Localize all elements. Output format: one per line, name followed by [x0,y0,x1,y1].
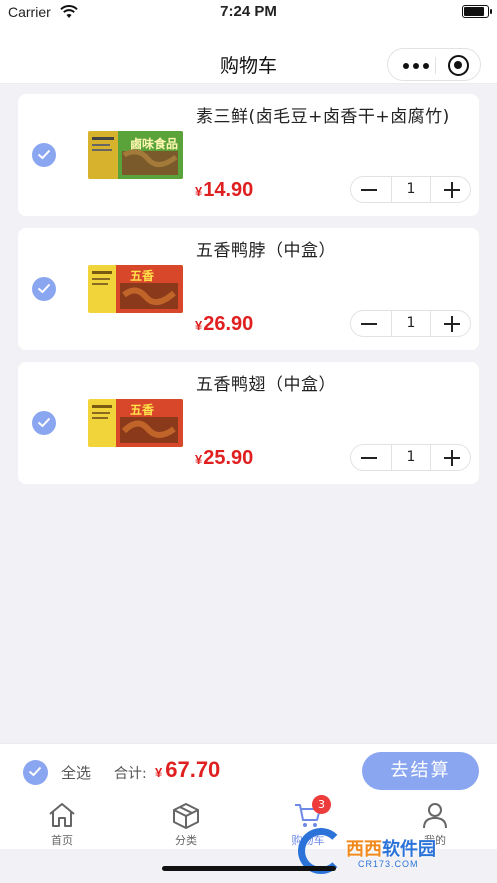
product-name[interactable]: 素三鲜(卤毛豆+卤香干+卤腐竹) [196,104,466,130]
quantity-stepper: 1 [350,176,471,203]
quantity-stepper: 1 [350,444,471,471]
quantity-stepper: 1 [350,310,471,337]
minus-icon[interactable] [361,457,377,459]
item-checkbox[interactable] [32,143,56,167]
cart-badge: 3 [312,795,331,814]
total-label: 合计: [114,766,147,782]
box-icon [173,803,199,829]
check-icon [37,283,51,294]
check-icon [37,149,51,160]
nav-bar: 购物车 [0,26,497,84]
product-brand-label: 五香 [130,268,154,283]
product-image[interactable]: 鹵味食品 [88,131,183,179]
quantity-value[interactable]: 1 [391,445,431,470]
battery-icon [462,5,492,18]
cart-item: 五香 五香鸭脖（中盒） ¥26.90 1 [18,228,479,350]
product-price: ¥26.90 [195,313,254,335]
home-icon [49,803,75,827]
quantity-value[interactable]: 1 [391,177,431,202]
quantity-value[interactable]: 1 [391,311,431,336]
status-time: 7:24 PM [220,3,277,20]
watermark-title: 西西软件园 [346,839,436,860]
product-price: ¥25.90 [195,447,254,469]
watermark-url: CR173.COM [358,859,419,869]
product-name[interactable]: 五香鸭脖（中盒） [196,238,466,264]
status-bar: Carrier 7:24 PM [0,0,497,26]
close-target-icon[interactable] [448,55,469,76]
user-icon [423,803,447,829]
total-price: ¥67.70 [155,757,221,782]
product-brand-label: 鹵味食品 [130,136,178,151]
plus-icon[interactable] [444,182,460,198]
tab-home[interactable]: 首页 [22,799,102,847]
product-name[interactable]: 五香鸭翅（中盒） [196,372,466,398]
select-all-checkbox[interactable] [23,760,48,785]
product-image[interactable]: 五香 [88,265,183,313]
minus-icon[interactable] [361,323,377,325]
more-icon[interactable] [403,63,429,69]
checkout-button[interactable]: 去结算 [362,752,479,790]
home-indicator [162,866,336,871]
checkout-bar: 全选 合计: ¥67.70 去结算 [0,743,497,797]
product-image[interactable]: 五香 [88,399,183,447]
item-checkbox[interactable] [32,411,56,435]
check-icon [28,766,42,777]
check-icon [37,417,51,428]
plus-icon[interactable] [444,450,460,466]
minus-icon[interactable] [361,189,377,191]
select-all-label[interactable]: 全选 [61,762,91,783]
product-price: ¥14.90 [195,179,254,201]
capsule-divider [435,57,436,74]
cart-item: 五香 五香鸭翅（中盒） ¥25.90 1 [18,362,479,484]
tab-category[interactable]: 分类 [146,799,226,847]
tab-label: 分类 [175,834,197,847]
product-brand-label: 五香 [130,402,154,417]
tab-label: 首页 [51,834,73,847]
cart-item: 鹵味食品 素三鲜(卤毛豆+卤香干+卤腐竹) ¥14.90 1 [18,94,479,216]
item-checkbox[interactable] [32,277,56,301]
plus-icon[interactable] [444,316,460,332]
miniprogram-capsule [387,48,481,81]
